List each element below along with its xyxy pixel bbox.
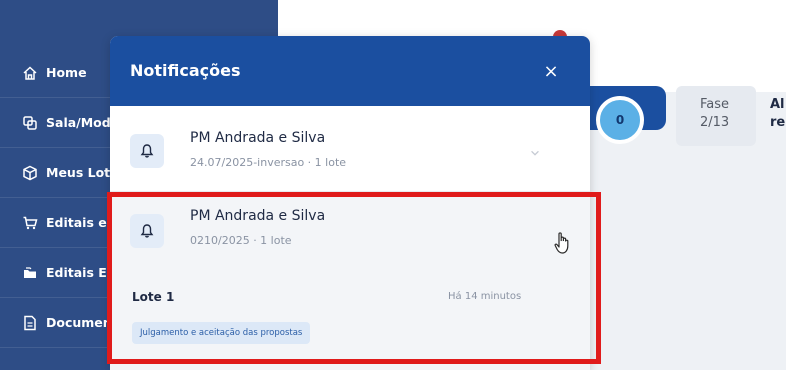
- lote-label: Lote 1: [132, 290, 175, 304]
- notifications-header: Notificações ×: [110, 36, 590, 106]
- home-icon: [22, 65, 38, 81]
- fase-label: Fase: [700, 97, 730, 112]
- sidebar-item-label: Sala/Modo: [46, 115, 120, 130]
- notification-subtitle: 0210/2025 · 1 lote: [190, 234, 292, 247]
- document-icon: [22, 315, 38, 331]
- box-icon: [22, 165, 38, 181]
- notification-item[interactable]: PM Andrada e Silva 0210/2025 · 1 lote Lo…: [110, 192, 590, 370]
- sidebar-item-label: Editais E: [46, 265, 107, 280]
- fase-value: 2/13: [700, 115, 730, 130]
- folders-icon: [22, 265, 38, 281]
- truncated-label-line-2: re: [770, 115, 786, 130]
- notification-subtitle: 24.07/2025-inversao · 1 lote: [190, 156, 347, 169]
- notification-title: PM Andrada e Silva: [190, 208, 326, 224]
- bell-icon: [130, 134, 164, 168]
- fase-card: Fase 2/13: [676, 86, 756, 146]
- notification-item[interactable]: PM Andrada e Silva 24.07/2025-inversao ·…: [110, 106, 590, 192]
- notifications-title: Notificações: [130, 61, 241, 80]
- bell-icon: [130, 214, 164, 248]
- cart-icon: [22, 215, 38, 231]
- sidebar-item-label: Editais e: [46, 215, 107, 230]
- switch-icon: [22, 115, 38, 131]
- truncated-label-line-1: Al: [770, 97, 785, 112]
- notifications-panel: Notificações × PM Andrada e Silva 24.07/…: [110, 36, 590, 370]
- notification-title: PM Andrada e Silva: [190, 130, 326, 146]
- status-badge: Julgamento e aceitação das propostas: [132, 322, 311, 344]
- sidebar-item-label: Home: [46, 65, 87, 80]
- close-button[interactable]: ×: [538, 58, 564, 84]
- hand-cursor-icon: [552, 230, 574, 256]
- counter-badge: 0: [596, 96, 644, 144]
- truncated-label: Al re: [770, 96, 786, 132]
- chevron-down-icon[interactable]: [528, 146, 542, 160]
- timestamp: Há 14 minutos: [448, 291, 522, 302]
